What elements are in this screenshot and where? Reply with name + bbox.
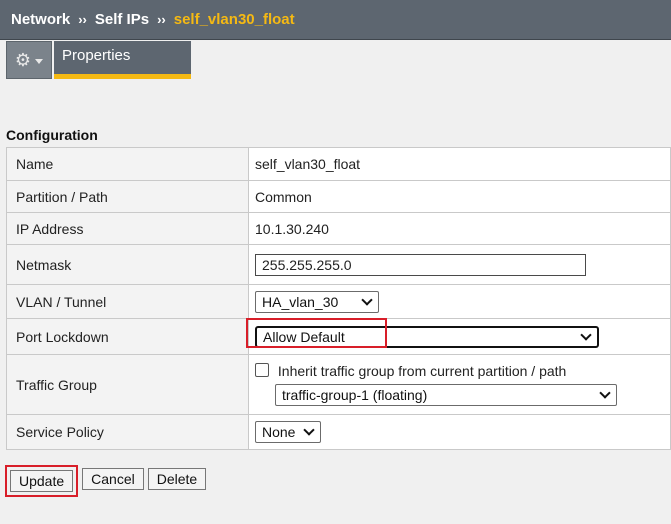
ip-address-label: IP Address — [6, 212, 249, 245]
row-netmask: Netmask 255.255.255.0 — [6, 244, 671, 285]
port-lockdown-wrapper: Allow Default — [246, 317, 599, 348]
inherit-checkbox-label: Inherit traffic group from current parti… — [277, 363, 567, 379]
caret-down-icon — [35, 58, 44, 64]
row-vlan: VLAN / Tunnel HA_vlan_30 — [6, 284, 671, 319]
name-label: Name — [6, 147, 249, 181]
tab-bar: ⚙ Properties — [0, 40, 671, 80]
vlan-label: VLAN / Tunnel — [6, 284, 249, 319]
traffic-group-label: Traffic Group — [6, 354, 249, 415]
breadcrumb-current: self_vlan30_float — [173, 11, 295, 28]
inherit-traffic-group[interactable]: Inherit traffic group from current parti… — [255, 363, 670, 379]
chevron-down-icon — [303, 424, 315, 436]
section-title: Configuration — [6, 127, 98, 143]
breadcrumb-separator: ›› — [157, 12, 166, 27]
breadcrumb-separator: ›› — [78, 12, 87, 27]
row-name: Name self_vlan30_float — [6, 147, 671, 181]
vlan-select-value: HA_vlan_30 — [262, 293, 339, 310]
partition-value: Common — [248, 180, 671, 213]
row-ip-address: IP Address 10.1.30.240 — [6, 212, 671, 245]
chevron-down-icon — [361, 293, 373, 306]
traffic-group-select[interactable]: traffic-group-1 (floating) — [275, 384, 617, 406]
name-value: self_vlan30_float — [248, 147, 671, 181]
row-traffic-group: Traffic Group Inherit traffic group from… — [6, 354, 671, 415]
netmask-label: Netmask — [6, 244, 249, 285]
service-policy-select-value: None — [262, 424, 296, 440]
row-port-lockdown: Port Lockdown Allow Default — [6, 317, 671, 355]
vlan-select[interactable]: HA_vlan_30 — [255, 290, 379, 313]
update-button[interactable]: Update — [10, 470, 74, 492]
tab-properties[interactable]: Properties — [54, 41, 191, 79]
gear-icon: ⚙ — [14, 50, 32, 70]
chevron-down-icon — [599, 387, 611, 399]
traffic-group-select-value: traffic-group-1 (floating) — [282, 387, 428, 403]
port-lockdown-select[interactable]: Allow Default — [255, 325, 599, 348]
breadcrumb-network[interactable]: Network — [11, 11, 70, 28]
port-lockdown-label: Port Lockdown — [6, 318, 249, 355]
service-policy-select[interactable]: None — [255, 421, 321, 443]
service-policy-label: Service Policy — [6, 414, 249, 450]
netmask-input[interactable]: 255.255.255.0 — [255, 253, 586, 276]
configuration-table: Name self_vlan30_float Partition / Path … — [6, 147, 671, 450]
partition-label: Partition / Path — [6, 180, 249, 213]
inherit-checkbox[interactable] — [255, 363, 269, 377]
breadcrumb-self-ips[interactable]: Self IPs — [95, 11, 149, 28]
gear-menu-button[interactable]: ⚙ — [6, 41, 52, 79]
netmask-input-value: 255.255.255.0 — [262, 256, 352, 273]
breadcrumb: Network ›› Self IPs ›› self_vlan30_float — [0, 0, 671, 40]
delete-button[interactable]: Delete — [147, 468, 207, 490]
chevron-down-icon — [580, 328, 592, 341]
tab-properties-label: Properties — [62, 47, 131, 64]
cancel-button[interactable]: Cancel — [82, 468, 144, 490]
port-lockdown-select-value: Allow Default — [263, 328, 345, 345]
ip-address-value: 10.1.30.240 — [248, 212, 671, 245]
form-actions: Update Cancel Delete — [5, 465, 207, 497]
update-highlight: Update — [5, 465, 79, 497]
row-service-policy: Service Policy None — [6, 414, 671, 450]
row-partition: Partition / Path Common — [6, 180, 671, 213]
